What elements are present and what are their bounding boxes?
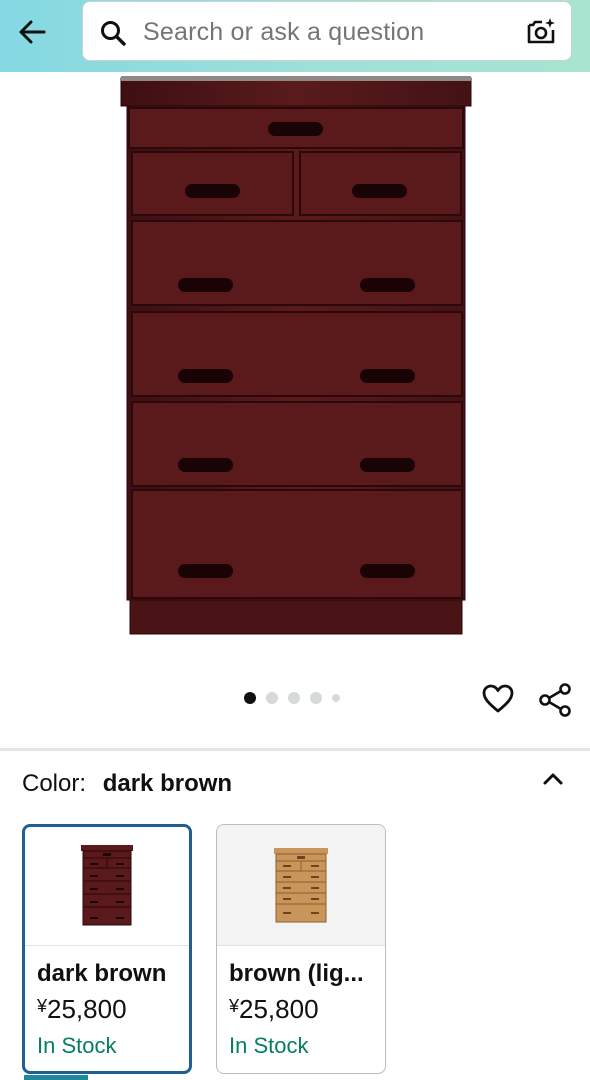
- heart-icon[interactable]: [481, 683, 515, 715]
- pagination-dot[interactable]: [288, 692, 300, 704]
- back-button[interactable]: [10, 12, 54, 52]
- option-price: ¥25,800: [229, 994, 385, 1025]
- color-option-light-brown[interactable]: brown (lig... ¥25,800 In Stock: [216, 824, 386, 1074]
- currency-symbol: ¥: [229, 996, 240, 1016]
- currency-symbol: ¥: [37, 996, 48, 1016]
- arrow-left-icon: [19, 20, 46, 44]
- image-pagination-dots[interactable]: [244, 692, 340, 704]
- pagination-dot[interactable]: [310, 692, 322, 704]
- option-price: ¥25,800: [37, 994, 189, 1025]
- share-icon[interactable]: [537, 682, 573, 718]
- search-icon: [101, 21, 126, 46]
- pagination-dot[interactable]: [266, 692, 278, 704]
- top-bar: [0, 0, 590, 72]
- swatch-divider: [217, 945, 385, 946]
- search-input[interactable]: [143, 18, 513, 47]
- option-availability: In Stock: [37, 1033, 117, 1058]
- option-name: dark brown: [37, 960, 167, 987]
- search-bar[interactable]: [82, 1, 572, 61]
- dresser-thumbnail: [274, 848, 328, 923]
- color-label: Color:: [22, 770, 87, 797]
- color-option-dark-brown[interactable]: dark brown ¥25,800 In Stock: [22, 824, 192, 1074]
- swatch-thumbnail: [25, 827, 189, 945]
- selected-color-value: dark brown: [102, 770, 233, 797]
- section-divider: [0, 748, 590, 751]
- pagination-dot[interactable]: [332, 694, 340, 702]
- swatch-divider: [25, 945, 189, 946]
- option-availability: In Stock: [229, 1033, 309, 1058]
- color-selector-header: Color: dark brown: [22, 770, 232, 798]
- camera-icon[interactable]: [525, 16, 557, 48]
- dresser-thumbnail: [81, 845, 133, 926]
- product-image[interactable]: [115, 72, 475, 638]
- dresser-image: [120, 76, 472, 635]
- scroll-indicator: [24, 1075, 88, 1080]
- pagination-dot[interactable]: [244, 692, 256, 704]
- price-value: 25,800: [47, 994, 127, 1024]
- option-name: brown (lig...: [229, 960, 364, 987]
- price-value: 25,800: [239, 994, 319, 1024]
- chevron-up-icon[interactable]: [540, 766, 566, 792]
- swatch-thumbnail: [217, 825, 385, 945]
